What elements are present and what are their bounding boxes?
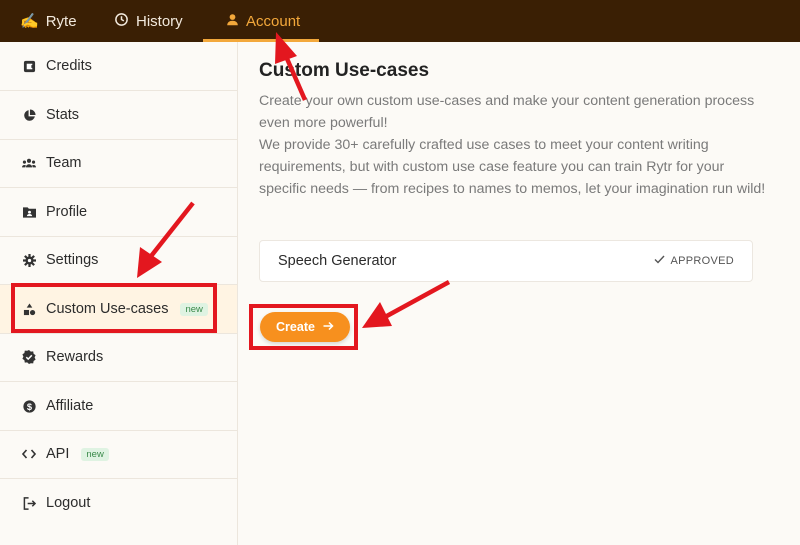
sidebar: Credits Stats Team Profile Settings Cust… — [0, 42, 238, 545]
main-content: Custom Use-cases Create your own custom … — [238, 42, 800, 545]
sidebar-item-settings[interactable]: Settings — [0, 236, 237, 284]
nav-history-label: History — [136, 12, 183, 30]
gear-icon — [22, 253, 36, 267]
create-button-label: Create — [276, 320, 315, 334]
page-subtitle: Create your own custom use-cases and mak… — [259, 93, 755, 131]
create-button[interactable]: Create — [260, 312, 350, 342]
sidebar-item-affiliate[interactable]: $ Affiliate — [0, 382, 237, 430]
svg-text:$: $ — [26, 401, 32, 411]
nav-brand-label: Ryte — [45, 12, 77, 30]
sidebar-item-label: Rewards — [46, 349, 104, 365]
status-label: APPROVED — [670, 255, 734, 267]
shapes-icon — [22, 302, 36, 316]
sidebar-item-profile[interactable]: Profile — [0, 188, 237, 236]
credits-icon — [22, 59, 36, 73]
sidebar-item-stats[interactable]: Stats — [0, 91, 237, 139]
usecase-name: Speech Generator — [278, 253, 397, 269]
sidebar-item-label: Credits — [46, 58, 92, 74]
new-badge: new — [180, 302, 208, 316]
sidebar-item-label: API — [46, 446, 70, 462]
sidebar-item-label: Logout — [46, 495, 91, 511]
nav-account-label: Account — [246, 12, 301, 30]
sidebar-item-logout[interactable]: Logout — [0, 479, 237, 527]
brand-logo-icon: ✍ — [20, 13, 39, 30]
user-icon — [226, 13, 239, 30]
dollar-icon: $ — [22, 399, 36, 413]
history-icon — [114, 12, 129, 31]
sidebar-item-custom-use-cases[interactable]: Custom Use-cases new — [0, 285, 237, 333]
sidebar-item-label: Profile — [46, 204, 88, 220]
usecase-card[interactable]: Speech Generator APPROVED — [259, 240, 753, 282]
logout-icon — [22, 496, 36, 510]
sidebar-item-team[interactable]: Team — [0, 139, 237, 187]
new-badge: new — [81, 447, 109, 461]
checkmark-icon — [654, 255, 665, 267]
sidebar-item-credits[interactable]: Credits — [0, 42, 237, 90]
pie-chart-icon — [22, 108, 36, 122]
status-badge: APPROVED — [654, 255, 734, 267]
nav-brand[interactable]: ✍ Ryte — [20, 0, 77, 42]
sidebar-item-label: Affiliate — [46, 398, 94, 414]
profile-icon — [22, 205, 36, 219]
code-icon — [22, 447, 36, 461]
arrow-right-icon — [323, 320, 334, 334]
sidebar-item-label: Team — [46, 155, 82, 171]
rewards-icon — [22, 350, 36, 364]
sidebar-item-rewards[interactable]: Rewards — [0, 333, 237, 381]
top-navbar: ✍ Ryte History Account — [0, 0, 800, 42]
team-icon — [22, 156, 36, 170]
nav-history[interactable]: History — [114, 0, 183, 42]
nav-account[interactable]: Account — [226, 0, 300, 42]
sidebar-item-api[interactable]: API new — [0, 430, 237, 478]
sidebar-item-label: Custom Use-cases — [46, 301, 169, 317]
page-title: Custom Use-cases — [259, 60, 430, 81]
page-description: We provide 30+ carefully crafted use cas… — [259, 137, 766, 197]
sidebar-item-label: Settings — [46, 252, 99, 268]
sidebar-item-label: Stats — [46, 107, 80, 123]
